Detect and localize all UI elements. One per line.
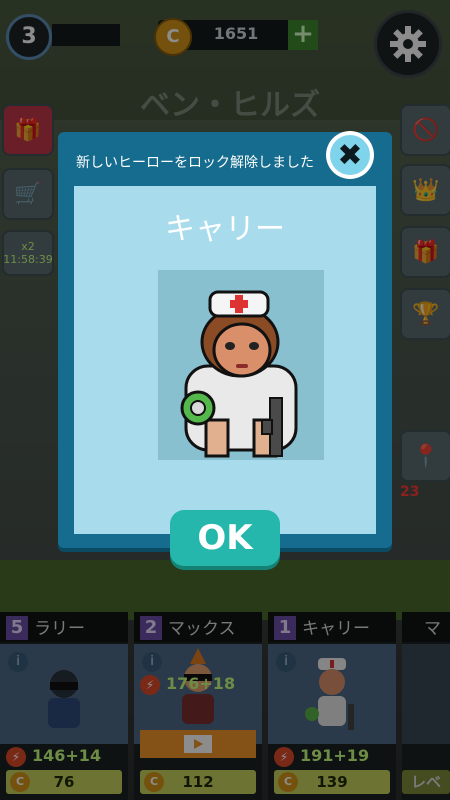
unlocked-hero-name: キャリー	[165, 212, 285, 247]
hero-portrait	[158, 270, 324, 460]
close-icon: ✖	[330, 135, 370, 175]
hero-reveal-panel: キャリー	[74, 186, 376, 534]
hero-unlocked-dialog: 新しいヒーローをロック解除しました キャリー	[58, 132, 392, 548]
close-dialog-button[interactable]: ✖	[326, 131, 374, 179]
hero-carrie-portrait	[180, 290, 298, 458]
ok-button[interactable]: OK	[170, 510, 280, 566]
